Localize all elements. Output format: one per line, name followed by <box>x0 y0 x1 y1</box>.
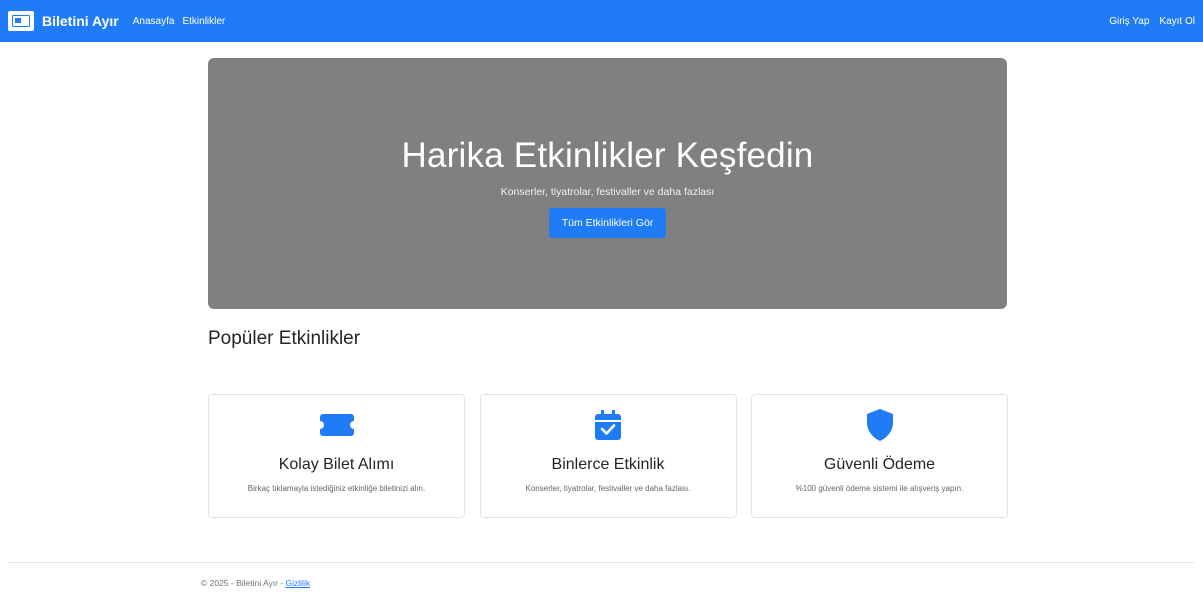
privacy-link[interactable]: Gizlilik <box>286 578 311 588</box>
feature-card-easy-ticket: Kolay Bilet Alımı Birkaç tıklamayla iste… <box>208 394 465 518</box>
feature-card-text: Birkaç tıklamayla istediğiniz etkinliğe … <box>247 484 426 493</box>
feature-card-text: Konserler, tiyatrolar, festivaller ve da… <box>525 484 691 493</box>
nav-link-events[interactable]: Etkinlikler <box>182 16 225 27</box>
brand-link[interactable]: Biletini Ayır <box>8 11 133 31</box>
hero-banner: Harika Etkinlikler Keşfedin Konserler, t… <box>208 58 1007 309</box>
feature-card-title: Kolay Bilet Alımı <box>278 456 395 473</box>
all-events-button[interactable]: Tüm Etkinlikleri Gör <box>548 207 667 238</box>
feature-cards: Kolay Bilet Alımı Birkaç tıklamayla iste… <box>208 394 1008 518</box>
feature-card-text: %100 güvenli ödeme sistemi ile alışveriş… <box>795 484 964 493</box>
nav-link-home[interactable]: Anasayfa <box>133 16 175 27</box>
shield-icon <box>862 409 898 441</box>
ticket-icon <box>319 410 355 440</box>
logo-icon <box>8 11 34 31</box>
feature-card-title: Güvenli Ödeme <box>823 456 936 473</box>
login-link[interactable]: Giriş Yap <box>1109 16 1149 27</box>
footer-copyright: © 2025 - Biletini Ayır - <box>201 578 286 588</box>
register-link[interactable]: Kayıt Ol <box>1159 16 1195 27</box>
footer: © 2025 - Biletini Ayır - Gizlilik <box>201 578 310 588</box>
calendar-check-icon <box>590 410 626 440</box>
top-navbar: Biletini Ayır Anasayfa Etkinlikler Giriş… <box>0 0 1203 42</box>
feature-card-secure-payment: Güvenli Ödeme %100 güvenli ödeme sistemi… <box>751 394 1008 518</box>
section-title: Popüler Etkinlikler <box>208 328 361 349</box>
hero-subtitle: Konserler, tiyatrolar, festivaller ve da… <box>500 185 715 198</box>
feature-card-title: Binlerce Etkinlik <box>551 456 665 473</box>
hero-title: Harika Etkinlikler Keşfedin <box>401 135 814 175</box>
footer-divider <box>8 562 1195 563</box>
nav-auth-links: Giriş Yap Kayıt Ol <box>1099 16 1195 27</box>
brand-name: Biletini Ayır <box>42 13 119 29</box>
feature-card-events: Binlerce Etkinlik Konserler, tiyatrolar,… <box>479 394 737 518</box>
